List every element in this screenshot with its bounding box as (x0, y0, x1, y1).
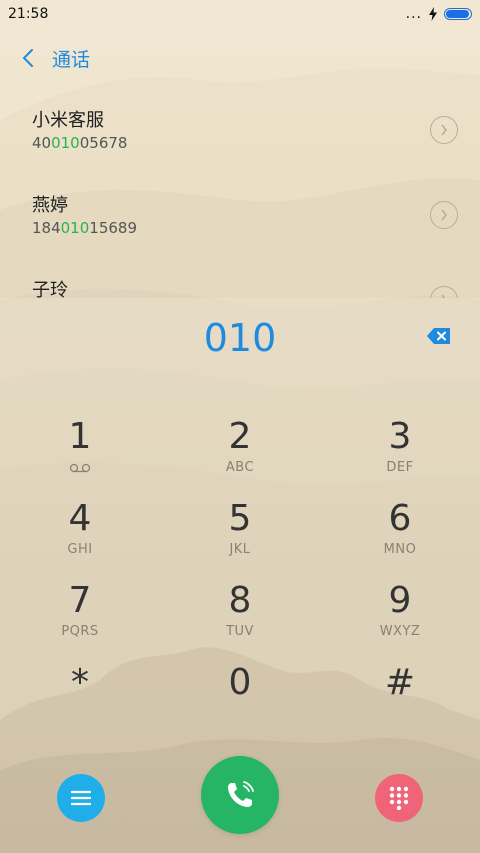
dialer-actions (0, 756, 480, 840)
key-hash[interactable]: # (320, 662, 480, 744)
battery-icon (444, 8, 472, 20)
dial-input-row: 010 (0, 298, 480, 386)
more-notifications-icon: ... (405, 6, 422, 22)
keypad-toggle-button[interactable] (375, 774, 423, 822)
key-9[interactable]: 9 WXYZ (320, 580, 480, 662)
page-title: 通话 (52, 48, 91, 71)
contact-detail-button[interactable] (430, 201, 458, 229)
chevron-right-icon (441, 294, 446, 298)
status-time: 21:58 (8, 6, 49, 22)
voicemail-icon (69, 463, 91, 473)
dialed-number[interactable]: 010 (0, 316, 480, 360)
chevron-left-icon[interactable] (8, 38, 48, 78)
contact-item[interactable]: 子玲 (0, 262, 480, 298)
chevron-right-icon (441, 209, 447, 221)
key-6[interactable]: 6 MNO (320, 498, 480, 580)
phone-icon (228, 781, 254, 807)
contact-item[interactable]: 燕婷 18401015689 (0, 177, 480, 262)
key-3[interactable]: 3 DEF (320, 416, 480, 498)
contact-number: 18401015689 (32, 219, 137, 237)
contact-item[interactable]: 小米客服 4001005678 (0, 92, 480, 177)
key-5[interactable]: 5 JKL (160, 498, 320, 580)
menu-button[interactable] (57, 774, 105, 822)
key-2[interactable]: 2 ABC (160, 416, 320, 498)
status-bar: 21:58 ... (0, 0, 480, 28)
key-4[interactable]: 4 GHI (0, 498, 160, 580)
key-8[interactable]: 8 TUV (160, 580, 320, 662)
dialpad-icon (389, 786, 409, 810)
app-header: 通话 (0, 38, 480, 78)
contact-results-list: 小米客服 4001005678 燕婷 18401015689 子玲 (0, 92, 480, 298)
call-button[interactable] (201, 756, 279, 834)
status-icons: ... (406, 6, 472, 22)
contact-name: 子玲 (32, 280, 68, 298)
chevron-right-icon (441, 124, 447, 136)
key-0[interactable]: 0 (160, 662, 320, 744)
charging-icon (429, 7, 437, 21)
contact-name: 小米客服 (32, 110, 104, 131)
contact-detail-button[interactable] (430, 116, 458, 144)
menu-icon (71, 790, 91, 806)
contact-name: 燕婷 (32, 195, 68, 216)
key-1[interactable]: 1 (0, 416, 160, 498)
backspace-icon[interactable] (426, 326, 452, 346)
battery-level (446, 10, 469, 18)
contact-detail-button[interactable] (430, 286, 458, 298)
key-7[interactable]: 7 PQRS (0, 580, 160, 662)
contact-number: 4001005678 (32, 134, 128, 152)
key-star[interactable]: * (0, 662, 160, 744)
